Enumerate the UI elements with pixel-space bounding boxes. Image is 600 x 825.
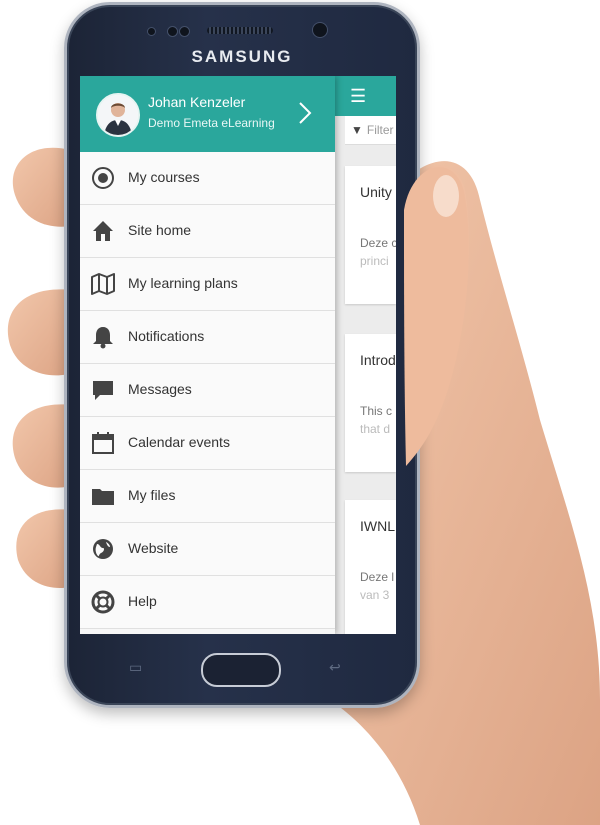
- course-card-title: Introd: [360, 352, 396, 368]
- map-icon: [91, 273, 115, 295]
- globe-icon: [93, 539, 113, 559]
- home-icon: [93, 221, 113, 241]
- recent-apps-key-icon[interactable]: ▭: [129, 659, 142, 676]
- filter-field[interactable]: ▼ Filter: [345, 116, 396, 145]
- filter-placeholder: Filter: [366, 123, 394, 137]
- screen: ☰ ▼ Filter Unity Deze c princi Introd Thi…: [80, 76, 396, 634]
- menu-item-label: My learning plans: [128, 275, 238, 291]
- course-card[interactable]: Unity Deze c princi: [345, 166, 396, 304]
- avatar: [96, 93, 140, 137]
- back-key-icon[interactable]: ↩: [329, 659, 341, 676]
- user-profile-header[interactable]: Johan Kenzeler Demo Emeta eLearning: [80, 76, 335, 152]
- course-card-title: Unity: [360, 184, 392, 200]
- navigation-drawer: Johan Kenzeler Demo Emeta eLearning My c…: [80, 76, 335, 634]
- sensor-dot: [147, 27, 156, 36]
- menu-item-messages[interactable]: Messages: [80, 364, 335, 417]
- menu-item-my-courses[interactable]: My courses: [80, 152, 335, 205]
- front-camera: [312, 22, 328, 38]
- menu-item-my-files[interactable]: My files: [80, 470, 335, 523]
- menu-item-label: Website: [128, 540, 179, 556]
- menu-item-label: Help: [128, 593, 157, 609]
- lifebuoy-icon: [91, 590, 115, 614]
- sensor-dot: [167, 26, 178, 37]
- course-list-background: ☰ ▼ Filter Unity Deze c princi Introd Thi…: [335, 76, 396, 634]
- menu-item-label: Site home: [128, 222, 192, 238]
- menu-item-label: Messages: [128, 381, 192, 397]
- bell-icon: [93, 327, 113, 349]
- menu-item-my-learning-plans[interactable]: My learning plans: [80, 258, 335, 311]
- course-card-text: van 3: [360, 588, 390, 602]
- user-name: Johan Kenzeler: [148, 94, 246, 110]
- course-card[interactable]: Introd This c that d: [345, 334, 396, 472]
- menu-item-calendar-events[interactable]: Calendar events: [80, 417, 335, 470]
- drawer-menu: My courses Site home My learning plans N…: [80, 152, 335, 629]
- hamburger-menu-icon[interactable]: ☰: [350, 86, 366, 107]
- menu-item-label: Notifications: [128, 328, 205, 344]
- course-card[interactable]: IWNL Deze l van 3: [345, 500, 396, 634]
- menu-item-notifications[interactable]: Notifications: [80, 311, 335, 364]
- course-card-text: Deze c: [360, 236, 396, 250]
- course-card-title: IWNL: [360, 518, 395, 534]
- course-card-text: that d: [360, 422, 391, 436]
- app-bar: ☰: [335, 76, 396, 116]
- menu-item-help[interactable]: Help: [80, 576, 335, 629]
- course-card-text: This c: [360, 404, 393, 418]
- sensor-dot: [179, 26, 190, 37]
- filter-icon: ▼: [351, 123, 363, 137]
- courses-icon: [92, 167, 114, 189]
- earpiece-speaker: [207, 27, 273, 34]
- menu-item-website[interactable]: Website: [80, 523, 335, 576]
- menu-item-label: My files: [128, 487, 176, 503]
- course-card-text: Deze l: [360, 570, 395, 584]
- folder-icon: [92, 489, 114, 505]
- menu-item-label: My courses: [128, 169, 200, 185]
- menu-item-site-home[interactable]: Site home: [80, 205, 335, 258]
- chevron-right-icon[interactable]: [296, 100, 314, 126]
- home-button[interactable]: [201, 653, 281, 687]
- menu-item-label: Calendar events: [128, 434, 230, 450]
- chat-bubble-icon: [93, 381, 113, 400]
- device-brand: SAMSUNG: [191, 47, 293, 66]
- calendar-icon: [92, 432, 114, 454]
- site-name: Demo Emeta eLearning: [148, 116, 275, 130]
- course-card-text: princi: [360, 254, 389, 268]
